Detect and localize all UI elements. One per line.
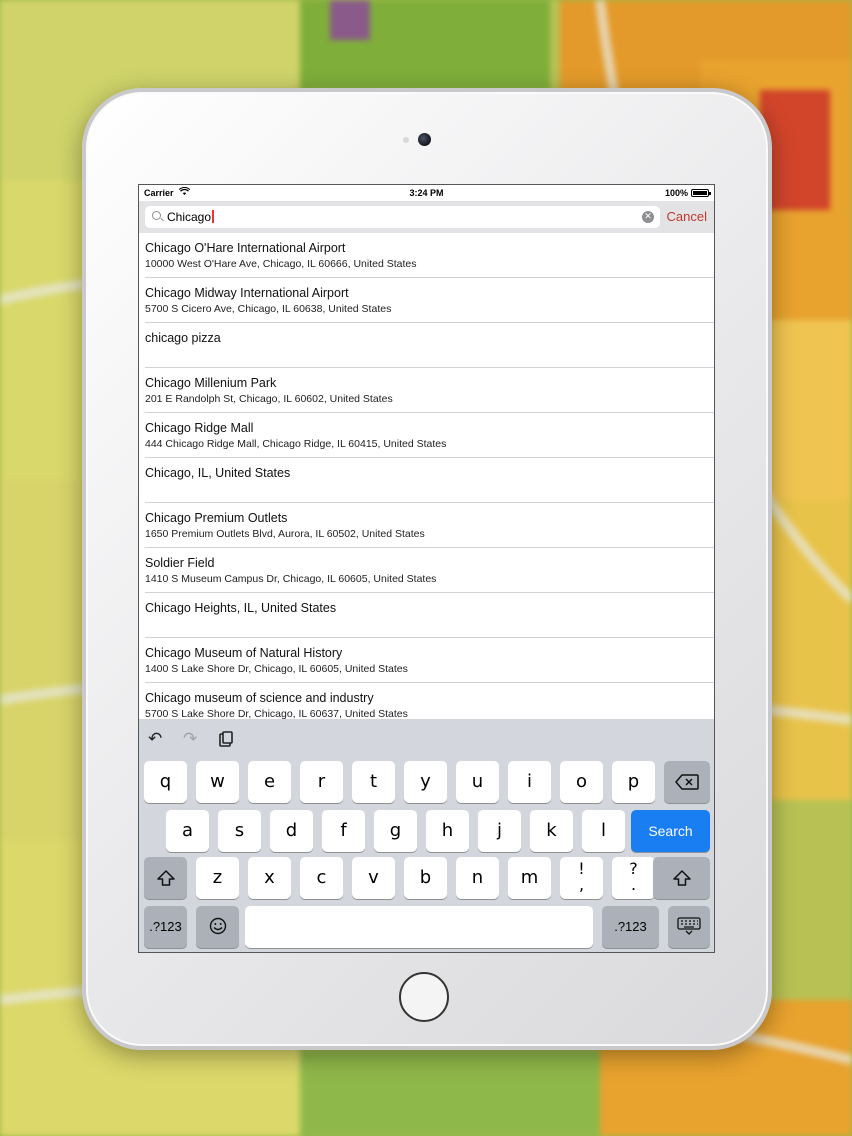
key-p[interactable]: p [612, 761, 655, 803]
key-x[interactable]: x [248, 857, 291, 899]
key-i[interactable]: i [508, 761, 551, 803]
result-title: Chicago Heights, IL, United States [145, 601, 337, 615]
key-h[interactable]: h [426, 810, 469, 852]
result-address: 444 Chicago Ridge Mall, Chicago Ridge, I… [145, 438, 447, 450]
result-address: 201 E Randolph St, Chicago, IL 60602, Un… [145, 393, 393, 405]
key-w[interactable]: w [196, 761, 239, 803]
result-title: Chicago museum of science and industry [145, 691, 374, 705]
battery-percentage: 100% [664, 188, 688, 198]
search-key-button[interactable]: Search [631, 810, 710, 852]
result-address: 10000 West O'Hare Ave, Chicago, IL 60666… [145, 258, 417, 270]
backspace-icon[interactable] [664, 761, 710, 803]
list-item[interactable]: Chicago Heights, IL, United States [139, 593, 714, 638]
keyboard-icon[interactable] [668, 906, 710, 948]
key-o[interactable]: o [560, 761, 603, 803]
battery-icon [691, 189, 711, 197]
key-s[interactable]: s [218, 810, 261, 852]
search-query-text: Chicago [167, 210, 212, 224]
cancel-button[interactable]: Cancel [667, 209, 707, 224]
list-item[interactable]: chicago pizza [139, 323, 714, 368]
search-icon [152, 211, 161, 220]
keyboard-shortcut-bar: ↶ ↷ [139, 719, 714, 759]
list-item[interactable]: Chicago museum of science and industry 5… [139, 683, 714, 719]
shift-icon[interactable] [653, 857, 710, 899]
clock: 3:24 PM [409, 188, 444, 198]
key-bottom-char: , [578, 875, 585, 894]
key-a[interactable]: a [166, 810, 209, 852]
list-item[interactable]: Soldier Field 1410 S Museum Campus Dr, C… [139, 548, 714, 593]
result-title: Soldier Field [145, 556, 215, 570]
list-item[interactable]: Chicago Midway International Airport 570… [139, 278, 714, 323]
result-address: 5700 S Lake Shore Dr, Chicago, IL 60637,… [145, 708, 408, 719]
status-bar: Carrier 3:24 PM 100% [139, 185, 714, 201]
result-address: 1410 S Museum Campus Dr, Chicago, IL 606… [145, 573, 437, 585]
result-title: Chicago Museum of Natural History [145, 646, 343, 660]
key-c[interactable]: c [300, 857, 343, 899]
result-title: chicago pizza [145, 331, 221, 345]
key-t[interactable]: t [352, 761, 395, 803]
key-g[interactable]: g [374, 810, 417, 852]
key-b[interactable]: b [404, 857, 447, 899]
list-item[interactable]: Chicago, IL, United States [139, 458, 714, 503]
result-title: Chicago Millenium Park [145, 376, 277, 390]
key-z[interactable]: z [196, 857, 239, 899]
key-m[interactable]: m [508, 857, 551, 899]
list-item[interactable]: Chicago Premium Outlets 1650 Premium Out… [139, 503, 714, 548]
key-q[interactable]: q [144, 761, 187, 803]
paste-icon[interactable] [219, 731, 233, 751]
search-bar: Chicago ✕ Cancel [139, 201, 714, 233]
key-k[interactable]: k [530, 810, 573, 852]
list-item[interactable]: Chicago Ridge Mall 444 Chicago Ridge Mal… [139, 413, 714, 458]
list-item[interactable]: Chicago Museum of Natural History 1400 S… [139, 638, 714, 683]
result-address: 1650 Premium Outlets Blvd, Aurora, IL 60… [145, 528, 425, 540]
key-top-char: ? [629, 859, 638, 878]
numbers-key-button[interactable]: .?123 [602, 906, 659, 948]
key-f[interactable]: f [322, 810, 365, 852]
numbers-key-button[interactable]: .?123 [144, 906, 187, 948]
key-j[interactable]: j [478, 810, 521, 852]
result-title: Chicago, IL, United States [145, 466, 291, 480]
redo-icon[interactable]: ↷ [183, 729, 197, 749]
key-u[interactable]: u [456, 761, 499, 803]
key-r[interactable]: r [300, 761, 343, 803]
key-exclamation-comma[interactable]: ! , [560, 857, 603, 899]
proximity-sensor [403, 137, 409, 143]
result-title: Chicago O'Hare International Airport [145, 241, 346, 255]
key-l[interactable]: l [582, 810, 625, 852]
shift-icon[interactable] [144, 857, 187, 899]
result-title: Chicago Premium Outlets [145, 511, 288, 525]
key-bottom-char: . [630, 875, 637, 894]
on-screen-keyboard: ↶ ↷ q w e r t y u i o p a s d f g h j k … [139, 719, 714, 952]
result-address: 5700 S Cicero Ave, Chicago, IL 60638, Un… [145, 303, 392, 315]
result-address: 1400 S Lake Shore Dr, Chicago, IL 60605,… [145, 663, 408, 675]
undo-icon[interactable]: ↶ [148, 729, 162, 749]
key-question-period[interactable]: ? . [612, 857, 655, 899]
list-item[interactable]: Chicago O'Hare International Airport 100… [139, 233, 714, 278]
search-results-list: Chicago O'Hare International Airport 100… [139, 233, 714, 719]
key-y[interactable]: y [404, 761, 447, 803]
key-e[interactable]: e [248, 761, 291, 803]
key-n[interactable]: n [456, 857, 499, 899]
home-button[interactable] [399, 972, 449, 1022]
key-top-char: ! [578, 859, 585, 878]
key-v[interactable]: v [352, 857, 395, 899]
emoji-icon[interactable] [196, 906, 239, 948]
space-bar[interactable] [245, 906, 593, 948]
clear-icon[interactable]: ✕ [642, 211, 654, 223]
search-input[interactable]: Chicago ✕ [145, 206, 660, 228]
text-cursor [212, 210, 214, 223]
list-item[interactable]: Chicago Millenium Park 201 E Randolph St… [139, 368, 714, 413]
front-camera-icon [418, 133, 431, 146]
result-title: Chicago Ridge Mall [145, 421, 254, 435]
device-screen: Carrier 3:24 PM 100% Chicago ✕ Cancel Ch… [138, 184, 715, 953]
result-title: Chicago Midway International Airport [145, 286, 349, 300]
key-d[interactable]: d [270, 810, 313, 852]
